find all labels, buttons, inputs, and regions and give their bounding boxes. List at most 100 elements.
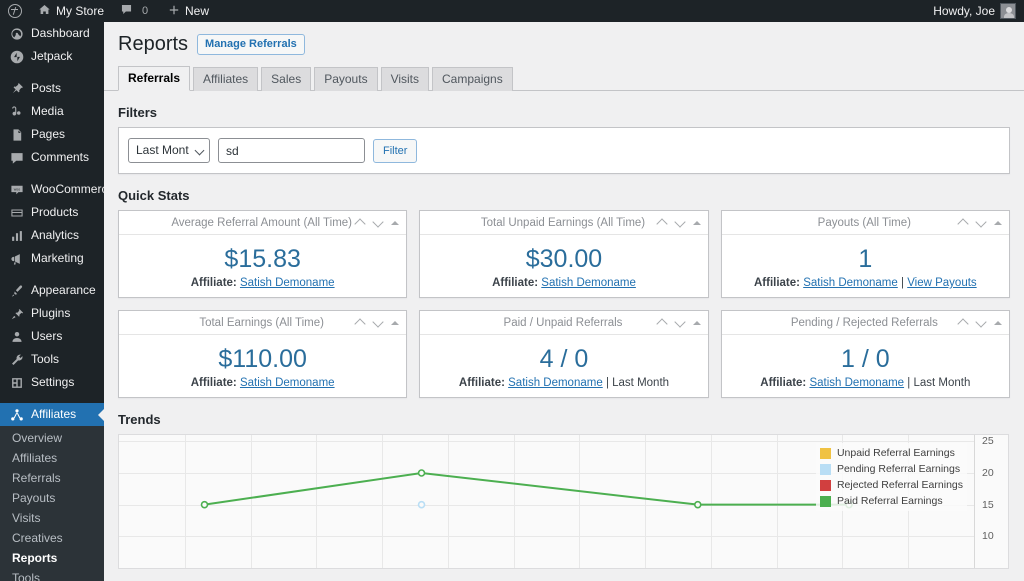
- chevron-up-icon[interactable]: [657, 218, 667, 228]
- tab-affiliates[interactable]: Affiliates: [193, 67, 258, 91]
- legend-item[interactable]: Unpaid Referral Earnings: [820, 445, 963, 461]
- sidebar-item-settings[interactable]: Settings: [0, 371, 104, 394]
- triangle-up-icon[interactable]: [693, 221, 701, 225]
- tab-visits[interactable]: Visits: [381, 67, 429, 91]
- sidebar-item-products[interactable]: Products: [0, 201, 104, 224]
- sidebar-item-appearance[interactable]: Appearance: [0, 279, 104, 302]
- affiliate-link[interactable]: Satish Demoname: [541, 277, 636, 289]
- triangle-up-icon[interactable]: [994, 321, 1002, 325]
- sidebar-item-media[interactable]: Media: [0, 100, 104, 123]
- affiliate-link[interactable]: Satish Demoname: [240, 377, 335, 389]
- stat-card-body: $15.83Affiliate: Satish Demoname: [119, 235, 406, 297]
- analytics-bars-icon: [9, 228, 24, 243]
- stat-card-header: Paid / Unpaid Referrals: [420, 311, 707, 335]
- affiliate-link[interactable]: Satish Demoname: [240, 277, 335, 289]
- sidebar-item-analytics[interactable]: Analytics: [0, 224, 104, 247]
- sidebar-item-tools[interactable]: Tools: [0, 348, 104, 371]
- submenu-item-payouts[interactable]: Payouts: [0, 488, 104, 508]
- affiliate-search-input[interactable]: [218, 138, 365, 163]
- site-name-label: My Store: [56, 4, 104, 18]
- chevron-up-icon[interactable]: [355, 218, 365, 228]
- triangle-up-icon[interactable]: [994, 221, 1002, 225]
- stat-affiliate-label: Affiliate:: [754, 277, 800, 289]
- legend-item[interactable]: Rejected Referral Earnings: [820, 477, 963, 493]
- submenu-item-overview[interactable]: Overview: [0, 428, 104, 448]
- legend-item[interactable]: Paid Referral Earnings: [820, 493, 963, 509]
- submenu-item-reports[interactable]: Reports: [0, 548, 104, 568]
- sidebar-item-jetpack[interactable]: Jetpack: [0, 45, 104, 68]
- chevron-down-icon[interactable]: [675, 318, 685, 328]
- jetpack-icon: [9, 49, 24, 64]
- sidebar-item-posts[interactable]: Posts: [0, 77, 104, 100]
- tab-sales[interactable]: Sales: [261, 67, 311, 91]
- howdy-label: Howdy, Joe: [933, 4, 995, 18]
- sidebar-item-plugins[interactable]: Plugins: [0, 302, 104, 325]
- triangle-up-icon[interactable]: [391, 221, 399, 225]
- affiliate-link[interactable]: Satish Demoname: [508, 377, 603, 389]
- filter-button[interactable]: Filter: [373, 139, 417, 163]
- affiliate-link[interactable]: Satish Demoname: [809, 377, 904, 389]
- triangle-up-icon[interactable]: [693, 321, 701, 325]
- legend-label: Paid Referral Earnings: [837, 495, 943, 507]
- submenu-item-tools[interactable]: Tools: [0, 568, 104, 581]
- media-icon: [9, 104, 24, 119]
- submenu-item-referrals[interactable]: Referrals: [0, 468, 104, 488]
- chevron-up-icon[interactable]: [958, 318, 968, 328]
- date-range-select[interactable]: Last Month: [128, 138, 210, 163]
- submenu-item-creatives[interactable]: Creatives: [0, 528, 104, 548]
- users-icon: [9, 329, 24, 344]
- sidebar-item-label: Tools: [31, 348, 59, 371]
- submenu-item-visits[interactable]: Visits: [0, 508, 104, 528]
- chevron-up-icon[interactable]: [958, 218, 968, 228]
- trends-section: Trends 25201510 Unpaid Referral Earnings…: [118, 412, 1010, 569]
- chevron-up-icon[interactable]: [657, 318, 667, 328]
- tab-campaigns[interactable]: Campaigns: [432, 67, 513, 91]
- quick-stats-grid: Average Referral Amount (All Time)$15.83…: [118, 210, 1010, 398]
- paintbrush-icon: [9, 283, 24, 298]
- sidebar-item-comments[interactable]: Comments: [0, 146, 104, 169]
- report-tabs: ReferralsAffiliatesSalesPayoutsVisitsCam…: [104, 68, 1024, 91]
- stat-separator: |: [901, 277, 904, 289]
- stat-card-controls: [657, 218, 701, 228]
- sidebar-item-affiliates[interactable]: Affiliates: [0, 403, 104, 426]
- tab-referrals[interactable]: Referrals: [118, 66, 190, 91]
- chevron-down-icon[interactable]: [675, 218, 685, 228]
- menu-separator: [0, 169, 104, 178]
- view-payouts-link[interactable]: View Payouts: [907, 277, 976, 289]
- wordpress-logo-menu[interactable]: [0, 0, 30, 22]
- stat-card-title: Pending / Rejected Referrals: [729, 317, 958, 329]
- chevron-up-icon[interactable]: [355, 318, 365, 328]
- chevron-down-icon[interactable]: [976, 218, 986, 228]
- site-name-menu[interactable]: My Store: [30, 0, 112, 22]
- chevron-down-icon[interactable]: [373, 218, 383, 228]
- legend-color-swatch: [820, 480, 831, 491]
- chart-data-point[interactable]: [202, 502, 208, 508]
- sidebar-item-dashboard[interactable]: Dashboard: [0, 22, 104, 45]
- legend-color-swatch: [820, 496, 831, 507]
- affiliate-link[interactable]: Satish Demoname: [803, 277, 898, 289]
- stat-card-controls: [355, 218, 399, 228]
- sidebar-item-users[interactable]: Users: [0, 325, 104, 348]
- chart-data-point[interactable]: [419, 502, 425, 508]
- legend-item[interactable]: Pending Referral Earnings: [820, 461, 963, 477]
- chevron-down-icon[interactable]: [976, 318, 986, 328]
- manage-referrals-button[interactable]: Manage Referrals: [197, 34, 305, 55]
- filters-panel: Last Month Filter: [118, 127, 1010, 174]
- my-account-menu[interactable]: Howdy, Joe: [925, 0, 1024, 22]
- tab-payouts[interactable]: Payouts: [314, 67, 377, 91]
- sidebar-item-pages[interactable]: Pages: [0, 123, 104, 146]
- sidebar-item-woocommerce[interactable]: wooWooCommerce: [0, 178, 104, 201]
- triangle-up-icon[interactable]: [391, 321, 399, 325]
- sidebar-item-label: Analytics: [31, 224, 79, 247]
- comments-menu[interactable]: 0: [112, 0, 160, 22]
- chevron-down-icon[interactable]: [373, 318, 383, 328]
- stat-card: Total Unpaid Earnings (All Time)$30.00Af…: [419, 210, 708, 298]
- sidebar-item-label: Appearance: [31, 279, 96, 302]
- sidebar-item-marketing[interactable]: Marketing: [0, 247, 104, 270]
- legend-color-swatch: [820, 464, 831, 475]
- new-content-menu[interactable]: New: [160, 0, 217, 22]
- stat-period-label: Last Month: [913, 377, 970, 389]
- chart-data-point[interactable]: [419, 470, 425, 476]
- submenu-item-affiliates[interactable]: Affiliates: [0, 448, 104, 468]
- chart-data-point[interactable]: [695, 502, 701, 508]
